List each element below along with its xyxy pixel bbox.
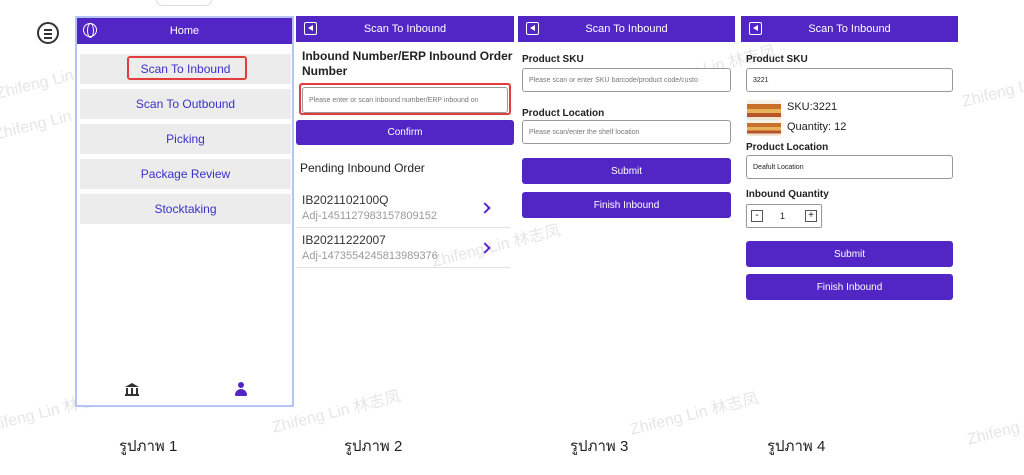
screen-scan-inbound-order: Scan To Inbound Inbound Number/ERP Inbou…	[296, 16, 514, 276]
watermark: Zhifeng Lin 林志凤	[628, 390, 761, 439]
quantity-decrement-button[interactable]: -	[751, 210, 763, 222]
watermark: Zhifeng Lin 林志凤	[960, 62, 1024, 111]
confirm-button[interactable]: Confirm	[296, 120, 514, 145]
menu-scan-to-inbound[interactable]: Scan To Inbound	[80, 54, 291, 84]
back-icon[interactable]	[749, 22, 762, 35]
menu-label: Stocktaking	[154, 202, 217, 216]
menu-label: Scan To Outbound	[135, 97, 236, 111]
menu-scan-to-outbound[interactable]: Scan To Outbound	[80, 89, 291, 119]
screen-home: Home Scan To Inbound Scan To Outbound Pi…	[75, 16, 294, 407]
product-sku: SKU:3221	[787, 101, 838, 113]
product-image	[747, 100, 781, 120]
title-bar: Scan To Inbound	[296, 16, 514, 42]
product-sku-label: Product SKU	[522, 54, 584, 65]
order-reference: Adj-1473554245813989376	[302, 250, 438, 262]
chevron-right-icon	[479, 242, 491, 254]
quantity-increment-button[interactable]: +	[805, 210, 817, 222]
page-title: Scan To Inbound	[363, 23, 447, 35]
person-icon[interactable]	[235, 382, 247, 396]
menu-label: Picking	[166, 132, 205, 146]
caption-4: รูปภาพ 4	[767, 438, 826, 455]
menu-icon[interactable]	[37, 22, 59, 44]
product-location-input[interactable]: Please scan/enter the shelf location	[522, 120, 731, 144]
order-reference: Adj-1451127983157809152	[302, 210, 437, 222]
order-number: IB2021102100Q	[302, 193, 389, 207]
inbound-number-heading: Inbound Number/ERP Inbound Order Number	[302, 49, 513, 78]
submit-button[interactable]: Submit	[522, 158, 731, 184]
pending-heading: Pending Inbound Order	[300, 161, 425, 175]
menu-label: Package Review	[140, 167, 231, 181]
title-bar: Scan To Inbound	[741, 16, 958, 42]
product-location-label: Product Location	[522, 108, 605, 119]
page-title: Scan To Inbound	[585, 23, 668, 35]
caption-2: รูปภาพ 2	[344, 438, 403, 455]
globe-icon[interactable]	[83, 23, 97, 38]
back-icon[interactable]	[304, 22, 317, 35]
menu-picking[interactable]: Picking	[80, 124, 291, 154]
inbound-quantity-label: Inbound Quantity	[746, 189, 829, 200]
caption-3: รูปภาพ 3	[570, 438, 629, 455]
order-number: IB20211222007	[302, 233, 386, 247]
product-image	[747, 120, 781, 136]
title-bar: Scan To Inbound	[518, 16, 735, 42]
caption-1: รูปภาพ 1	[119, 438, 178, 455]
screen-scan-sku-filled: Scan To Inbound Product SKU 3221 SKU:322…	[741, 16, 958, 306]
watermark: Zhifeng Lin 林志凤	[965, 400, 1024, 449]
quantity-value: 1	[780, 211, 786, 221]
screen-scan-sku: Scan To Inbound Product SKU Please scan …	[518, 16, 735, 226]
order-list-item[interactable]: IB2021102100Q Adj-1451127983157809152	[296, 190, 510, 228]
menu-stocktaking[interactable]: Stocktaking	[80, 194, 291, 224]
highlight-box	[299, 83, 511, 115]
product-sku-label: Product SKU	[746, 54, 808, 65]
menu-package-review[interactable]: Package Review	[80, 159, 291, 189]
finish-inbound-button[interactable]: Finish Inbound	[746, 274, 953, 300]
product-quantity: Quantity: 12	[787, 121, 847, 133]
finish-inbound-button[interactable]: Finish Inbound	[522, 192, 731, 218]
page-title: Home	[169, 25, 200, 37]
back-icon[interactable]	[526, 22, 539, 35]
highlight-box	[127, 56, 247, 80]
product-sku-input[interactable]: 3221	[746, 68, 953, 92]
submit-button[interactable]: Submit	[746, 241, 953, 267]
home-title-bar: Home	[77, 18, 292, 44]
quantity-stepper[interactable]: - 1 +	[746, 204, 822, 228]
bank-icon[interactable]	[125, 383, 139, 396]
order-list-item[interactable]: IB20211222007 Adj-1473554245813989376	[296, 230, 510, 268]
product-location-input[interactable]: Deafult Location	[746, 155, 953, 179]
top-tab-edge	[156, 0, 212, 6]
page-title: Scan To Inbound	[808, 23, 891, 35]
chevron-right-icon	[479, 202, 491, 214]
product-location-label: Product Location	[746, 142, 829, 153]
product-sku-input[interactable]: Please scan or enter SKU barcode/product…	[522, 68, 731, 92]
